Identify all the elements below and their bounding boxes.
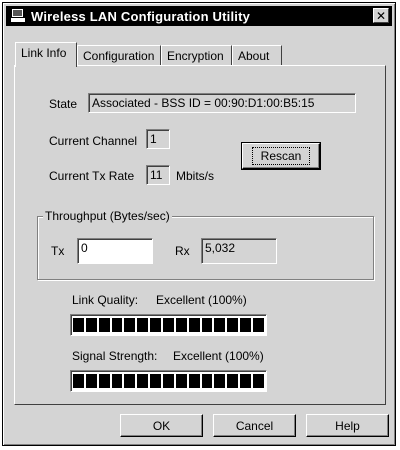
network-computer-icon — [11, 9, 25, 23]
meter-segment — [137, 374, 149, 388]
meter-segment — [188, 318, 200, 332]
meter-segment — [214, 318, 226, 332]
meter-segment — [163, 374, 174, 388]
tab-label: Encryption — [167, 49, 224, 63]
meter-segment — [163, 318, 174, 332]
tab-label: Configuration — [83, 49, 155, 63]
meter-segment — [253, 374, 264, 388]
current-tx-rate-label: Current Tx Rate — [49, 169, 135, 183]
meter-segment — [175, 374, 187, 388]
throughput-title: Throughput (Bytes/sec) — [43, 209, 172, 223]
meter-segment — [98, 374, 110, 388]
meter-segment — [111, 318, 123, 332]
link-quality-label: Link Quality: — [72, 293, 139, 307]
state-field: Associated - BSS ID = 00:90:D1:00:B5:15 — [88, 93, 356, 113]
current-channel-label: Current Channel — [49, 134, 138, 148]
dialog-window: Wireless LAN Configuration Utility ✕ Lin… — [2, 2, 396, 446]
meter-segment — [85, 318, 97, 332]
current-channel-field: 1 — [146, 129, 170, 149]
ok-button[interactable]: OK — [120, 414, 203, 437]
meter-segment — [73, 318, 84, 332]
meter-segment — [240, 374, 252, 388]
help-button[interactable]: Help — [306, 414, 389, 437]
state-label: State — [49, 97, 78, 111]
meter-segment — [214, 374, 226, 388]
meter-segment — [124, 374, 136, 388]
signal-strength-value: Excellent (100%) — [173, 349, 264, 363]
meter-segment — [111, 374, 123, 388]
help-label: Help — [335, 418, 360, 433]
meter-segment — [240, 318, 252, 332]
tab-link-info[interactable]: Link Info — [15, 42, 77, 67]
meter-segment — [98, 318, 110, 332]
meter-segment — [175, 318, 187, 332]
cancel-label: Cancel — [235, 418, 274, 433]
title-bar[interactable]: Wireless LAN Configuration Utility ✕ — [6, 6, 392, 26]
tx-rate-unit: Mbits/s — [176, 169, 215, 183]
meter-segment — [150, 374, 162, 388]
meter-segment — [137, 318, 149, 332]
rx-label: Rx — [175, 244, 190, 258]
rx-field: 5,032 — [201, 238, 277, 264]
meter-segment — [227, 374, 239, 388]
tab-about[interactable]: About — [232, 45, 282, 65]
link-quality-value: Excellent (100%) — [156, 293, 247, 307]
window-title: Wireless LAN Configuration Utility — [31, 8, 251, 24]
close-icon: ✕ — [375, 8, 387, 23]
tx-field: 0 — [77, 238, 153, 264]
meter-segment — [85, 374, 97, 388]
meter-segment — [188, 374, 200, 388]
meter-segment — [253, 318, 264, 332]
current-tx-rate-field: 11 — [146, 165, 170, 185]
link-quality-meter — [70, 314, 267, 336]
rescan-button[interactable]: Rescan — [241, 142, 321, 170]
tab-configuration[interactable]: Configuration — [77, 45, 161, 65]
signal-strength-meter — [70, 370, 267, 392]
meter-segment — [227, 318, 239, 332]
meter-segment — [73, 374, 84, 388]
signal-strength-label: Signal Strength: — [72, 349, 158, 363]
ok-label: OK — [152, 418, 171, 433]
meter-segment — [201, 374, 213, 388]
meter-segment — [201, 318, 213, 332]
tab-label: Link Info — [21, 46, 67, 60]
meter-segment — [150, 318, 162, 332]
tx-label: Tx — [51, 244, 65, 258]
rescan-label: Rescan — [251, 147, 311, 165]
close-button[interactable]: ✕ — [373, 8, 389, 23]
cancel-button[interactable]: Cancel — [213, 414, 296, 437]
tab-label: About — [238, 49, 270, 63]
meter-segment — [124, 318, 136, 332]
tab-encryption[interactable]: Encryption — [161, 45, 232, 65]
